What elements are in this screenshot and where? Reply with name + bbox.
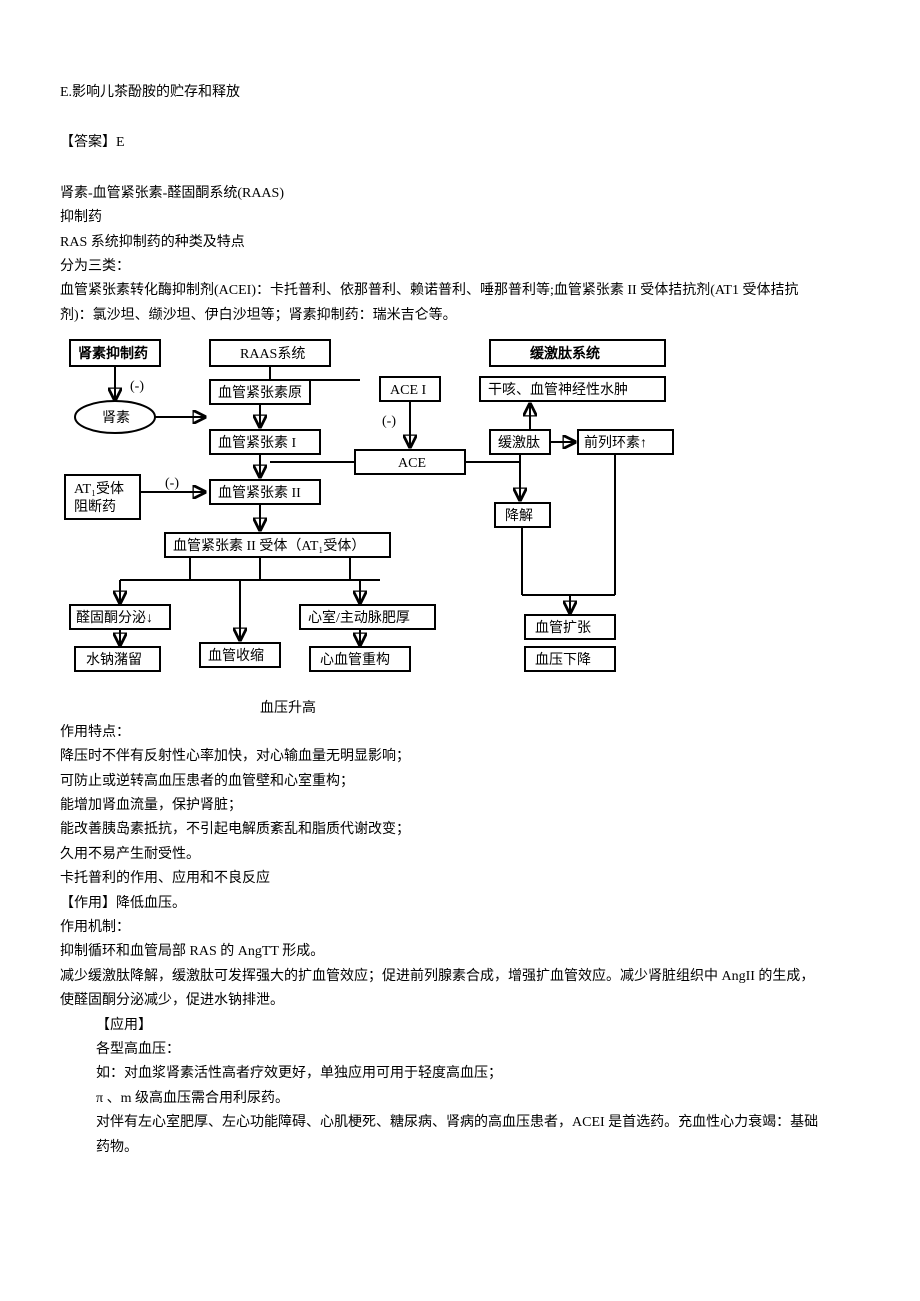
neg1: (-)	[130, 379, 144, 394]
acei-label: ACE I	[390, 383, 427, 398]
app2: 如：对血浆肾素活性高者疗效更好，单独应用可用于轻度高血压；	[60, 1063, 860, 1085]
ras-types: RAS 系统抑制药的种类及特点	[60, 232, 860, 254]
feat2: 可防止或逆转高血压患者的血管壁和心室重构；	[60, 771, 860, 793]
raas-flow-diagram: 肾素抑制药 RAAS系统 缓激肽系统 (-) 肾素 血管紧张素原 血管紧张素 I…	[60, 335, 690, 693]
feat1: 降压时不伴有反射性心率加快，对心输血量无明显影响；	[60, 746, 860, 768]
feat4: 能改善胰岛素抵抗，不引起电解质紊乱和脂质代谢改变；	[60, 819, 860, 841]
raas-label: RAAS系统	[240, 346, 305, 362]
diagram-caption: 血压升高	[260, 698, 860, 720]
feat5: 久用不易产生耐受性。	[60, 844, 860, 866]
acei-line2: 剂)：氯沙坦、缬沙坦、伊白沙坦等；肾素抑制药：瑞米吉仑等。	[60, 305, 860, 327]
action-title: 【作用】降低血压。	[60, 893, 860, 915]
app5: 药物。	[60, 1137, 860, 1159]
vasoconstrict-label: 血管收缩	[208, 648, 264, 664]
prostacyclin-label: 前列环素↑	[584, 434, 647, 451]
option-e: E.影响儿茶酚胺的贮存和释放	[60, 82, 860, 104]
renin-label: 肾素	[102, 410, 130, 426]
app3: π 、m 级高血压需合用利尿药。	[60, 1088, 860, 1110]
raas-title: 肾素-血管紧张素-醛固酮系统(RAAS)	[60, 183, 860, 205]
at1block-label2: 阻断药	[74, 499, 116, 515]
inhibitor-title: 抑制药	[60, 207, 860, 229]
three-categories: 分为三类：	[60, 256, 860, 278]
renin-drug-label: 肾素抑制药	[78, 345, 148, 362]
mech3: 使醛固酮分泌减少，促进水钠排泄。	[60, 990, 860, 1012]
hypertrophy-label: 心室/主动脉肥厚	[308, 609, 410, 626]
neg2: (-)	[382, 414, 396, 429]
answer: 【答案】E	[60, 132, 860, 154]
mechanism-title: 作用机制：	[60, 917, 860, 939]
water-label: 水钠潴留	[86, 652, 142, 668]
mech2: 减少缓激肽降解，缓激肽可发挥强大的扩血管效应；促进前列腺素合成，增强扩血管效应。…	[60, 966, 860, 988]
remodel-label: 心血管重构	[320, 652, 390, 668]
application-title: 【应用】	[60, 1015, 860, 1037]
ace-label: ACE	[398, 456, 426, 471]
neg3: (-)	[165, 476, 179, 491]
cough-label: 干咳、血管神经性水肿	[488, 382, 628, 398]
ang1-label: 血管紧张素 I	[218, 435, 296, 451]
bpdown-label: 血压下降	[535, 652, 591, 668]
kinin-label: 缓激肽系统	[530, 345, 600, 362]
acei-line1: 血管紧张素转化酶抑制剂(ACEI)：卡托普利、依那普利、赖诺普利、唾那普利等;血…	[60, 280, 860, 302]
app1: 各型高血压：	[60, 1039, 860, 1061]
features-title: 作用特点：	[60, 722, 860, 744]
aldosterone-label: 醛固酮分泌↓	[76, 610, 153, 626]
at1block-label1: AT₁受体	[74, 481, 124, 497]
degradation-label: 降解	[505, 508, 533, 524]
at1rec-label: 血管紧张素 II 受体（AT₁受体）	[173, 538, 365, 554]
ang2-label: 血管紧张素 II	[218, 485, 301, 501]
bradykinin-label: 缓激肽	[498, 434, 540, 451]
app4: 对伴有左心室肥厚、左心功能障碍、心肌梗死、糖尿病、肾病的高血压患者，ACEI 是…	[60, 1112, 860, 1134]
feat3: 能增加肾血流量，保护肾脏；	[60, 795, 860, 817]
mech1: 抑制循环和血管局部 RAS 的 AngTT 形成。	[60, 941, 860, 963]
angiotensinogen-label: 血管紧张素原	[218, 385, 302, 401]
dilation-label: 血管扩张	[535, 620, 591, 636]
captopril-title: 卡托普利的作用、应用和不良反应	[60, 868, 860, 890]
